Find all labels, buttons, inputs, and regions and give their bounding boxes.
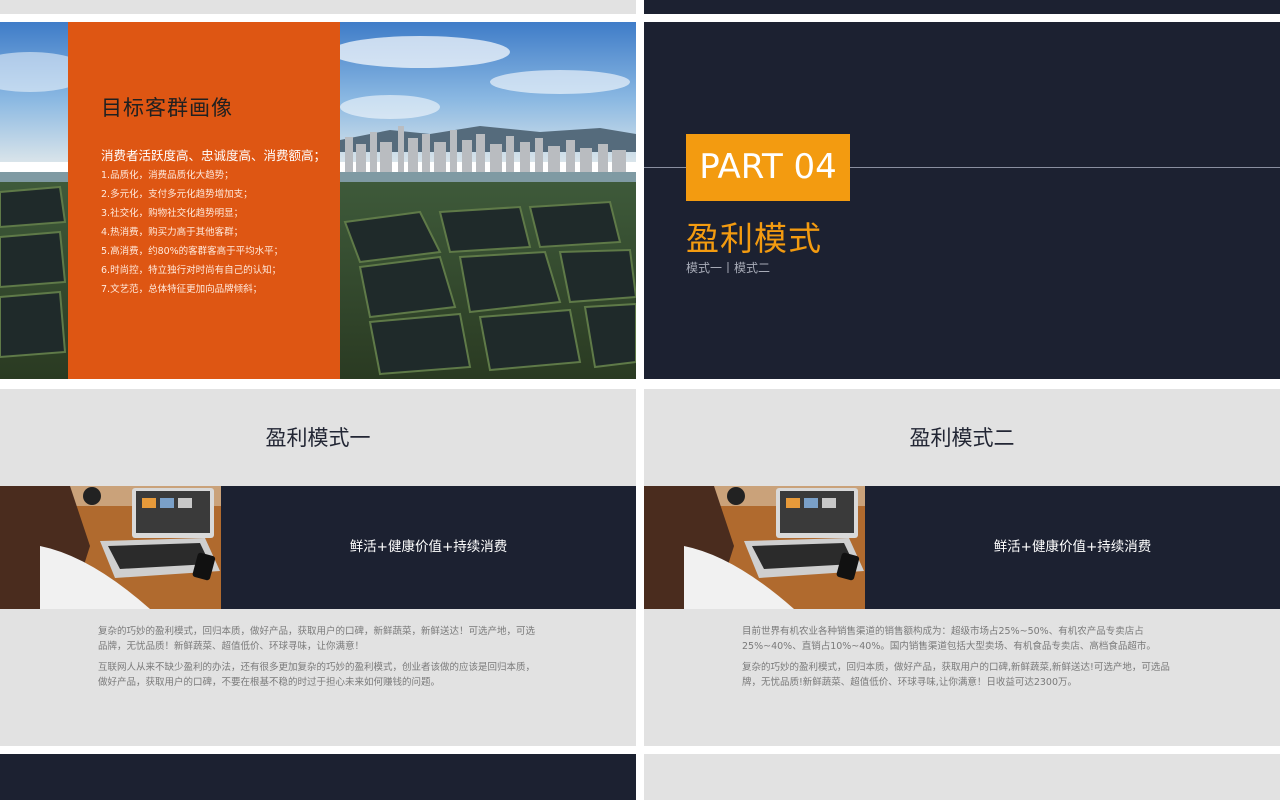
- paragraph: 互联网人从来不缺少盈利的办法，还有很多更加复杂的巧妙的盈利模式，创业者该做的应该…: [98, 662, 536, 688]
- list-item: 7.文艺范，总体特征更加向品牌倾斜；: [101, 284, 263, 295]
- part-subtitle: 模式一丨模式二: [686, 261, 771, 275]
- list-item: 6.时尚控，特立独行对时尚有自己的认知；: [101, 265, 282, 276]
- band-text: 鲜活+健康价值+持续消费: [993, 539, 1152, 555]
- slide-thumbnail-target-customers[interactable]: 目标客群画像 消费者活跃度高、忠诚度高、消费额高； 1.品质化，消费品质化大趋势…: [0, 22, 636, 379]
- slide-thumbnail-top-right[interactable]: [644, 0, 1280, 14]
- laptop-photo: [0, 486, 221, 609]
- body-text: 复杂的巧妙的盈利模式，回归本质，做好产品，获取用户的口碑，新鲜蔬菜，新鲜送达！可…: [98, 625, 538, 697]
- paragraph: 复杂的巧妙的盈利模式，回归本质，做好产品，获取用户的口碑,新鲜蔬菜,新鲜送达!可…: [742, 662, 1170, 688]
- list-item: 2.多元化，支付多元化趋势增加支；: [101, 189, 253, 200]
- highlight-band: 鲜活+健康价值+持续消费: [0, 486, 636, 609]
- slide-thumbnail-profit-mode-1[interactable]: 盈利模式一 鲜活+健康价值+持续消费 复杂的巧妙的盈利模式，回归本质，做好产品，…: [0, 389, 636, 746]
- laptop-photo: [644, 486, 865, 609]
- target-customer-panel: 目标客群画像 消费者活跃度高、忠诚度高、消费额高； 1.品质化，消费品质化大趋势…: [68, 22, 340, 379]
- paragraph: 目前世界有机农业各种销售渠道的销售额构成为：超级市场占25%~50%、有机农产品…: [742, 626, 1156, 652]
- highlight-band: 鲜活+健康价值+持续消费: [644, 486, 1280, 609]
- slide-thumbnail-bottom-right[interactable]: [644, 754, 1280, 800]
- slide-thumbnail-part-04[interactable]: PART 04 盈利模式 模式一丨模式二: [644, 22, 1280, 379]
- band-text: 鲜活+健康价值+持续消费: [349, 539, 508, 555]
- body-text: 目前世界有机农业各种销售渠道的销售额构成为：超级市场占25%~50%、有机农产品…: [742, 625, 1182, 697]
- part-badge: PART 04: [686, 134, 850, 201]
- list-item: 3.社交化，购物社交化趋势明显；: [101, 208, 244, 219]
- part-title: 盈利模式: [686, 219, 822, 258]
- slide-thumbnail-profit-mode-2[interactable]: 盈利模式二 鲜活+健康价值+持续消费 目前世界有机农业各种销售渠道的销售额构成为…: [644, 389, 1280, 746]
- slide-thumbnail-top-left[interactable]: [0, 0, 636, 14]
- list-item: 5.高消费，约80%的客群客高于平均水平；: [101, 246, 284, 257]
- slide-title: 盈利模式二: [909, 426, 1015, 450]
- list-item: 1.品质化，消费品质化大趋势；: [101, 170, 234, 181]
- target-customer-title: 目标客群画像: [101, 96, 233, 120]
- slide-thumbnail-bottom-left[interactable]: [0, 754, 636, 800]
- slide-title: 盈利模式一: [265, 426, 371, 450]
- list-item: 4.热消费，购买力高于其他客群；: [101, 227, 244, 238]
- paragraph: 复杂的巧妙的盈利模式，回归本质，做好产品，获取用户的口碑，新鲜蔬菜，新鲜送达！可…: [98, 626, 536, 652]
- target-customer-list: 1.品质化，消费品质化大趋势； 2.多元化，支付多元化趋势增加支； 3.社交化，…: [101, 166, 283, 299]
- target-customer-lead: 消费者活跃度高、忠诚度高、消费额高；: [101, 148, 327, 163]
